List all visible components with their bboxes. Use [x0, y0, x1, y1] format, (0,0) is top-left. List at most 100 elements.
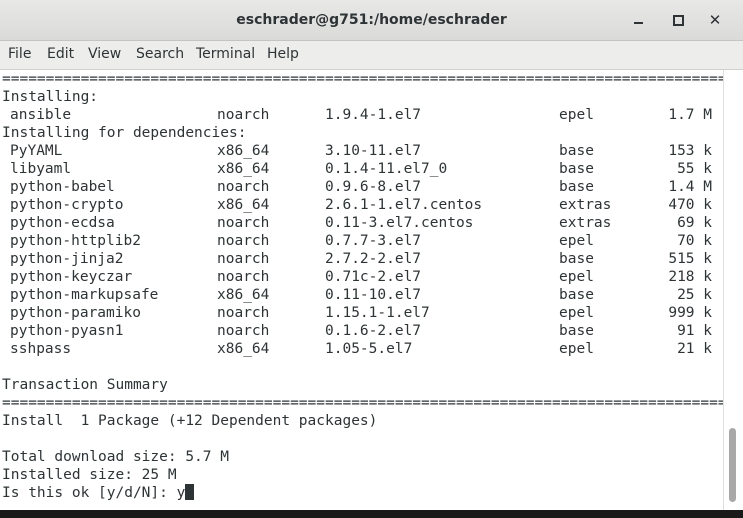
dependency-version: 0.11-3.el7.centos — [325, 215, 474, 231]
dependency-size: 91 k — [677, 323, 712, 339]
dependency-row: python-jinja2 noarch 2.7.2-2.el7 base 51… — [2, 250, 712, 268]
dependency-size: 218 k — [668, 269, 712, 285]
dependency-name: python-babel — [10, 179, 115, 195]
dependency-arch: x86_64 — [217, 197, 270, 213]
dependency-arch: noarch — [217, 305, 270, 321]
dependency-row: sshpass x86_64 1.05-5.el7 epel 21 k — [2, 340, 712, 358]
installed-size: Installed size: 25 M — [2, 467, 177, 483]
dependency-repo: epel — [559, 341, 594, 357]
dependency-version: 0.71c-2.el7 — [325, 269, 422, 285]
dependency-arch: x86_64 — [217, 143, 270, 159]
dependency-row: python-babel noarch 0.9.6-8.el7 base 1.4… — [2, 178, 712, 196]
dependency-row: libyaml x86_64 0.1.4-11.el7_0 base 55 k — [2, 160, 712, 178]
dependency-size: 515 k — [668, 251, 712, 267]
minimize-icon — [633, 22, 643, 24]
dependency-name: python-keyczar — [10, 269, 133, 285]
dependency-version: 0.11-10.el7 — [325, 287, 422, 303]
maximize-icon — [672, 14, 684, 26]
dependency-name: python-paramiko — [10, 305, 141, 321]
dependency-repo: base — [559, 251, 594, 267]
dependency-repo: extras — [559, 197, 612, 213]
dependency-repo: base — [559, 323, 594, 339]
confirm-prompt: Is this ok [y/d/N]: — [2, 485, 177, 501]
deps-header: Installing for dependencies: — [2, 125, 247, 141]
dependency-row: python-keyczar noarch 0.71c-2.el7 epel 2… — [2, 268, 712, 286]
separator-line: ========================================… — [2, 71, 723, 87]
dependency-row: python-ecdsa noarch 0.11-3.el7.centos ex… — [2, 214, 712, 232]
prompt-input[interactable]: y — [177, 485, 186, 501]
dependency-size: 55 k — [677, 161, 712, 177]
maximize-button[interactable] — [666, 8, 690, 32]
dependency-size: 70 k — [677, 233, 712, 249]
dependency-repo: extras — [559, 215, 612, 231]
dependency-size: 69 k — [677, 215, 712, 231]
menu-terminal[interactable]: Terminal — [196, 46, 255, 62]
installing-header: Installing: — [2, 89, 99, 105]
dependency-size: 470 k — [668, 197, 712, 213]
close-button[interactable]: ✕ — [703, 8, 727, 32]
dependency-version: 1.15.1-1.el7 — [325, 305, 430, 321]
dependency-arch: noarch — [217, 215, 270, 231]
dependency-row: python-httplib2 noarch 0.7.7-3.el7 epel … — [2, 232, 712, 250]
dependency-size: 153 k — [668, 143, 712, 159]
dependency-arch: noarch — [217, 251, 270, 267]
dependency-version: 0.1.6-2.el7 — [325, 323, 422, 339]
dependency-name: sshpass — [10, 341, 72, 357]
dependency-arch: x86_64 — [217, 287, 270, 303]
install-summary: Install 1 Package (+12 Dependent package… — [2, 413, 378, 429]
confirm-prompt-line[interactable]: Is this ok [y/d/N]: y — [2, 484, 195, 502]
dependency-size: 25 k — [677, 287, 712, 303]
dependency-row: PyYAML x86_64 3.10-11.el7 base 153 k — [2, 142, 712, 160]
dependency-arch: noarch — [217, 179, 270, 195]
package-version: 1.9.4-1.el7 — [325, 107, 422, 123]
terminal-window: eschrader@g751:/home/eschrader ✕ File Ed… — [0, 0, 743, 518]
package-repo: epel — [559, 107, 594, 123]
dependency-repo: epel — [559, 269, 594, 285]
menu-help[interactable]: Help — [267, 46, 299, 62]
dependency-repo: base — [559, 143, 594, 159]
dependency-version: 1.05-5.el7 — [325, 341, 413, 357]
menu-bar: File Edit View Search Terminal Help — [0, 41, 743, 70]
download-size: Total download size: 5.7 M — [2, 449, 229, 465]
dependency-version: 0.1.4-11.el7_0 — [325, 161, 448, 177]
menu-file[interactable]: File — [8, 46, 31, 62]
dependency-name: python-httplib2 — [10, 233, 141, 249]
minimize-button[interactable] — [626, 8, 650, 32]
scrollbar-thumb[interactable] — [729, 428, 736, 502]
menu-search[interactable]: Search — [136, 46, 184, 62]
title-bar[interactable]: eschrader@g751:/home/eschrader ✕ — [0, 0, 743, 41]
dependency-version: 0.7.7-3.el7 — [325, 233, 422, 249]
menu-view[interactable]: View — [88, 46, 121, 62]
package-row: ansible noarch 1.9.4-1.el7 epel 1.7 M — [2, 106, 712, 124]
dependency-arch: x86_64 — [217, 341, 270, 357]
package-name: ansible — [10, 107, 72, 123]
package-size: 1.7 M — [668, 107, 712, 123]
dependency-version: 3.10-11.el7 — [325, 143, 422, 159]
dependency-name: python-jinja2 — [10, 251, 124, 267]
dependency-size: 1.4 M — [668, 179, 712, 195]
dependency-name: python-ecdsa — [10, 215, 115, 231]
dependency-size: 21 k — [677, 341, 712, 357]
dependency-version: 2.7.2-2.el7 — [325, 251, 422, 267]
dependency-size: 999 k — [668, 305, 712, 321]
dependency-repo: epel — [559, 233, 594, 249]
dependency-arch: noarch — [217, 323, 270, 339]
dependency-row: python-markupsafe x86_64 0.11-10.el7 bas… — [2, 286, 712, 304]
menu-edit[interactable]: Edit — [47, 46, 74, 62]
dependency-arch: noarch — [217, 233, 270, 249]
terminal-scrollbar[interactable] — [723, 70, 743, 510]
dependency-repo: base — [559, 161, 594, 177]
dependency-name: libyaml — [10, 161, 72, 177]
dependency-version: 2.6.1-1.el7.centos — [325, 197, 483, 213]
dependency-name: python-pyasn1 — [10, 323, 124, 339]
dependency-repo: base — [559, 287, 594, 303]
close-icon: ✕ — [708, 11, 722, 29]
text-cursor — [185, 484, 195, 500]
summary-header: Transaction Summary — [2, 377, 168, 393]
dependency-name: python-markupsafe — [10, 287, 159, 303]
dependency-version: 0.9.6-8.el7 — [325, 179, 422, 195]
dependency-row: python-crypto x86_64 2.6.1-1.el7.centos … — [2, 196, 712, 214]
dependency-arch: x86_64 — [217, 161, 270, 177]
terminal-output[interactable]: ========================================… — [0, 70, 723, 510]
dependency-name: PyYAML — [10, 143, 63, 159]
